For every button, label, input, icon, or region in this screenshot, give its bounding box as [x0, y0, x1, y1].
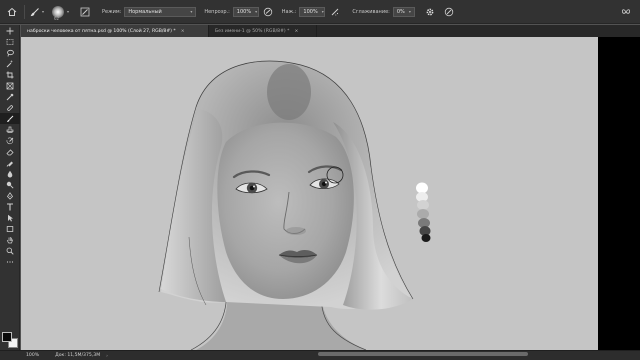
pasteboard [598, 37, 640, 350]
brush-icon[interactable] [29, 6, 40, 17]
dodge-tool-icon[interactable] [0, 179, 20, 190]
horizontal-scrollbar[interactable] [318, 352, 528, 356]
butterfly-icon[interactable] [621, 6, 632, 17]
separator [24, 4, 25, 19]
quick-select-tool-icon[interactable] [0, 58, 20, 69]
options-bar: ▾ 62 ▾ Режим: Нормальный ▾ Непрозр.: 100%… [0, 0, 640, 24]
chevron-down-icon: ▾ [255, 8, 258, 14]
move-tool-icon[interactable] [0, 25, 20, 36]
foreground-color-swatch[interactable] [2, 332, 12, 342]
close-icon[interactable]: × [181, 29, 185, 34]
brush-size-value: 62 [54, 15, 60, 21]
tab-document-sketch[interactable]: наброски человека от пятна.psd @ 100% (С… [21, 25, 209, 37]
smoothing-field[interactable]: 0% ▾ [392, 6, 415, 17]
airbrush-icon[interactable] [329, 6, 340, 17]
gear-icon[interactable] [425, 6, 436, 17]
eraser-tool-icon[interactable] [0, 146, 20, 157]
opacity-value: 100% [236, 8, 252, 15]
lasso-tool-icon[interactable] [0, 47, 20, 58]
mode-label: Режим: [102, 8, 122, 15]
hand-tool-icon[interactable] [0, 234, 20, 245]
healing-brush-tool-icon[interactable] [0, 102, 20, 113]
crop-tool-icon[interactable] [0, 69, 20, 80]
brush-preset-picker[interactable]: 62 [52, 5, 65, 21]
history-brush-tool-icon[interactable] [0, 135, 20, 146]
chevron-down-icon: ▾ [408, 8, 411, 14]
opacity-field[interactable]: 100% ▾ [232, 6, 259, 17]
type-tool-icon[interactable] [0, 201, 20, 212]
tools-panel [0, 25, 20, 350]
flow-label: Наж.: [281, 8, 297, 15]
pen-tool-icon[interactable] [0, 190, 20, 201]
brush-tool-icon[interactable] [0, 113, 20, 124]
close-icon[interactable]: × [294, 29, 298, 34]
flow-value: 100% [303, 8, 318, 15]
smoothing-value: 0% [396, 8, 405, 15]
chevron-down-icon: ▾ [321, 8, 324, 14]
chevron-right-icon[interactable]: › [106, 353, 108, 358]
workspace [21, 37, 640, 350]
chevron-down-icon: ▾ [190, 8, 193, 14]
path-selection-tool-icon[interactable] [0, 212, 20, 223]
gradient-tool-icon[interactable] [0, 157, 20, 168]
flow-field[interactable]: 100% ▾ [299, 6, 326, 17]
pressure-opacity-icon[interactable] [263, 6, 274, 17]
blend-mode-value: Нормальный [128, 8, 162, 15]
opacity-label: Непрозр.: [204, 8, 230, 15]
document-canvas[interactable] [21, 37, 598, 350]
tab-label: Без имени-1 @ 50% (RGB/8#) * [215, 28, 290, 34]
zoom-level[interactable]: 100% [26, 353, 39, 358]
tab-label: наброски человека от пятна.psd @ 100% (С… [27, 28, 176, 34]
chevron-down-icon[interactable]: ▾ [42, 9, 44, 14]
portrait-painting [158, 60, 431, 350]
more-tools-icon[interactable] [0, 256, 20, 267]
blur-tool-icon[interactable] [0, 168, 20, 179]
document-tabs: наброски человека от пятна.psd @ 100% (С… [21, 25, 640, 37]
eyedropper-tool-icon[interactable] [0, 91, 20, 102]
frame-tool-icon[interactable] [0, 80, 20, 91]
home-icon[interactable] [5, 5, 19, 19]
blend-mode-select[interactable]: Нормальный ▾ [124, 6, 197, 17]
tab-document-untitled[interactable]: Без имени-1 @ 50% (RGB/8#) * × [209, 25, 317, 37]
pressure-size-icon[interactable] [444, 6, 455, 17]
color-swatches [2, 330, 18, 348]
document-info: Док: 11,5M/375,3M [55, 353, 101, 358]
zoom-tool-icon[interactable] [0, 245, 20, 256]
brush-settings-icon[interactable] [79, 6, 90, 17]
smoothing-label: Сглаживание: [352, 8, 390, 15]
marquee-tool-icon[interactable] [0, 36, 20, 47]
chevron-down-icon[interactable]: ▾ [67, 9, 69, 14]
clone-stamp-tool-icon[interactable] [0, 124, 20, 135]
rectangle-tool-icon[interactable] [0, 223, 20, 234]
